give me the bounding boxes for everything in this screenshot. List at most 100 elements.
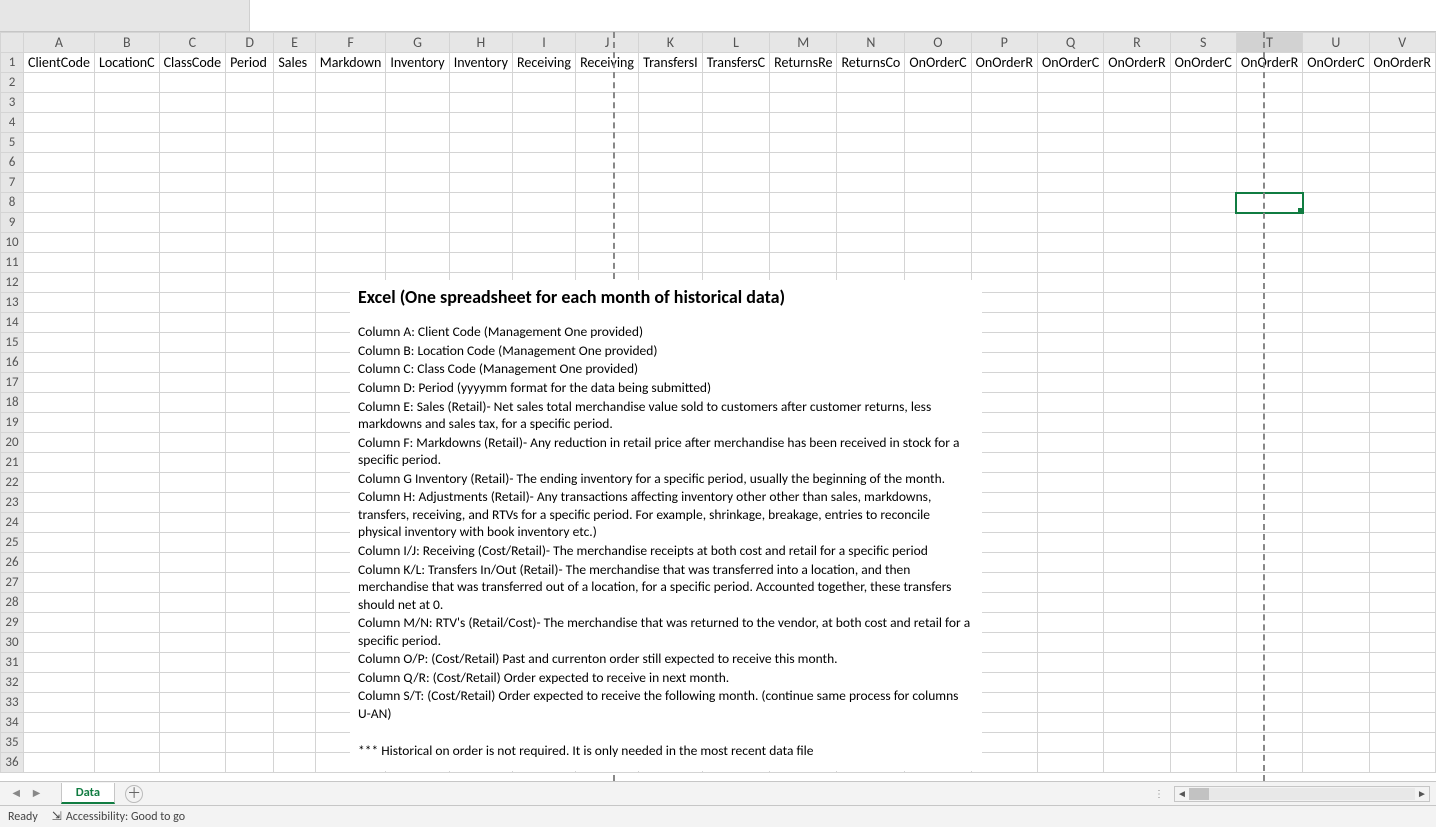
row-header[interactable]: 1 — [1, 53, 24, 73]
cell-V35[interactable] — [1369, 733, 1435, 753]
cell-V10[interactable] — [1369, 233, 1435, 253]
cell-S5[interactable] — [1170, 133, 1236, 153]
cell-P8[interactable] — [971, 193, 1037, 213]
cell-R25[interactable] — [1104, 533, 1170, 553]
cell-Q7[interactable] — [1037, 173, 1103, 193]
cell-H10[interactable] — [449, 233, 512, 253]
column-header-U[interactable]: U — [1303, 33, 1369, 53]
cell-R36[interactable] — [1104, 753, 1170, 773]
cell-K8[interactable] — [639, 193, 703, 213]
cell-D36[interactable] — [226, 753, 274, 773]
row-header[interactable]: 35 — [1, 733, 24, 753]
cell-D17[interactable] — [226, 373, 274, 393]
cell-I5[interactable] — [513, 133, 576, 153]
cell-H4[interactable] — [449, 113, 512, 133]
cell-V3[interactable] — [1369, 93, 1435, 113]
cell-B32[interactable] — [94, 673, 159, 693]
cell-U3[interactable] — [1303, 93, 1369, 113]
cell-S24[interactable] — [1170, 513, 1236, 533]
cell-U20[interactable] — [1303, 433, 1369, 453]
cell-D3[interactable] — [226, 93, 274, 113]
cell-U19[interactable] — [1303, 413, 1369, 433]
cell-N8[interactable] — [837, 193, 905, 213]
cell-Q27[interactable] — [1037, 573, 1103, 593]
scroll-left-icon[interactable]: ◄ — [1175, 787, 1189, 800]
cell-J10[interactable] — [576, 233, 639, 253]
cell-T20[interactable] — [1236, 433, 1302, 453]
cell-O10[interactable] — [905, 233, 971, 253]
cell-J2[interactable] — [576, 73, 639, 93]
cell-T17[interactable] — [1236, 373, 1302, 393]
cell-B9[interactable] — [94, 213, 159, 233]
cell-R13[interactable] — [1104, 293, 1170, 313]
cell-E31[interactable] — [274, 653, 315, 673]
row-header[interactable]: 31 — [1, 653, 24, 673]
cell-P1[interactable]: OnOrderR — [971, 53, 1037, 73]
cell-T26[interactable] — [1236, 553, 1302, 573]
cell-B10[interactable] — [94, 233, 159, 253]
cell-J6[interactable] — [576, 153, 639, 173]
cell-F2[interactable] — [315, 73, 386, 93]
cell-Q35[interactable] — [1037, 733, 1103, 753]
cell-C24[interactable] — [159, 513, 226, 533]
cell-B33[interactable] — [94, 693, 159, 713]
cell-U36[interactable] — [1303, 753, 1369, 773]
cell-S36[interactable] — [1170, 753, 1236, 773]
cell-U6[interactable] — [1303, 153, 1369, 173]
cell-E4[interactable] — [274, 113, 315, 133]
cell-C12[interactable] — [159, 273, 226, 293]
tab-nav-prev-icon[interactable]: ◄ — [10, 786, 22, 801]
cell-D2[interactable] — [226, 73, 274, 93]
cell-Q20[interactable] — [1037, 433, 1103, 453]
cell-D31[interactable] — [226, 653, 274, 673]
row-header[interactable]: 15 — [1, 333, 24, 353]
column-header-S[interactable]: S — [1170, 33, 1236, 53]
row-header[interactable]: 5 — [1, 133, 24, 153]
cell-S22[interactable] — [1170, 473, 1236, 493]
cell-B8[interactable] — [94, 193, 159, 213]
cell-B26[interactable] — [94, 553, 159, 573]
add-sheet-button[interactable]: ＋ — [125, 785, 143, 803]
cell-L3[interactable] — [702, 93, 769, 113]
cell-B22[interactable] — [94, 473, 159, 493]
cell-A20[interactable] — [23, 433, 94, 453]
cell-O3[interactable] — [905, 93, 971, 113]
cell-U14[interactable] — [1303, 313, 1369, 333]
cell-T34[interactable] — [1236, 713, 1302, 733]
cell-A25[interactable] — [23, 533, 94, 553]
cell-B36[interactable] — [94, 753, 159, 773]
cell-U29[interactable] — [1303, 613, 1369, 633]
cell-C22[interactable] — [159, 473, 226, 493]
cell-V14[interactable] — [1369, 313, 1435, 333]
cell-R10[interactable] — [1104, 233, 1170, 253]
column-header-C[interactable]: C — [159, 33, 226, 53]
cell-B21[interactable] — [94, 453, 159, 473]
cell-D32[interactable] — [226, 673, 274, 693]
cell-V28[interactable] — [1369, 593, 1435, 613]
cell-T15[interactable] — [1236, 333, 1302, 353]
cell-Q10[interactable] — [1037, 233, 1103, 253]
cell-T33[interactable] — [1236, 693, 1302, 713]
cell-I10[interactable] — [513, 233, 576, 253]
cell-C6[interactable] — [159, 153, 226, 173]
cell-K2[interactable] — [639, 73, 703, 93]
cell-C36[interactable] — [159, 753, 226, 773]
cell-Q34[interactable] — [1037, 713, 1103, 733]
cell-E35[interactable] — [274, 733, 315, 753]
cell-R32[interactable] — [1104, 673, 1170, 693]
cell-U4[interactable] — [1303, 113, 1369, 133]
cell-J5[interactable] — [576, 133, 639, 153]
cell-M6[interactable] — [770, 153, 837, 173]
cell-T14[interactable] — [1236, 313, 1302, 333]
cell-Q14[interactable] — [1037, 313, 1103, 333]
cell-T18[interactable] — [1236, 393, 1302, 413]
cell-R1[interactable]: OnOrderR — [1104, 53, 1170, 73]
cell-U17[interactable] — [1303, 373, 1369, 393]
cell-T13[interactable] — [1236, 293, 1302, 313]
cell-Q31[interactable] — [1037, 653, 1103, 673]
cell-T5[interactable] — [1236, 133, 1302, 153]
cell-B20[interactable] — [94, 433, 159, 453]
cell-A29[interactable] — [23, 613, 94, 633]
cell-V4[interactable] — [1369, 113, 1435, 133]
column-header-P[interactable]: P — [971, 33, 1037, 53]
